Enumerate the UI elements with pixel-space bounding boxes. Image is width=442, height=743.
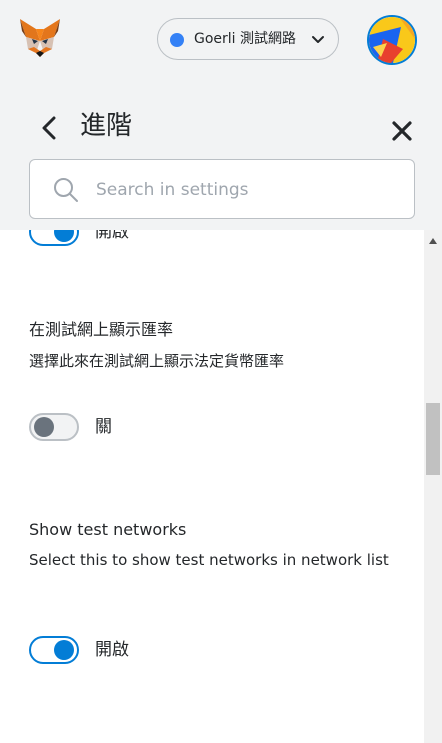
page-title: 進階: [80, 111, 133, 141]
show-test-networks-toggle-label: 開啟: [95, 640, 129, 660]
previous-setting-toggle[interactable]: [29, 230, 79, 246]
testnet-conversion-toggle[interactable]: [29, 413, 79, 441]
toggle-knob: [34, 417, 54, 437]
settings-content: 開啟 在測試網上顯示匯率 選擇此來在測試網上顯示法定貨幣匯率 關 Show te…: [0, 230, 424, 743]
testnet-conversion-description: 選擇此來在測試網上顯示法定貨幣匯率: [29, 352, 285, 370]
settings-search[interactable]: [29, 159, 415, 219]
scrollbar[interactable]: [424, 230, 442, 743]
network-selector[interactable]: Goerli 測試網路: [157, 18, 339, 60]
search-input[interactable]: [94, 170, 398, 210]
metamask-fox-icon[interactable]: [18, 17, 62, 59]
testnet-conversion-title: 在測試網上顯示匯率: [29, 320, 174, 339]
toggle-knob: [54, 230, 74, 242]
network-status-dot: [170, 33, 184, 47]
toggle-knob: [54, 640, 74, 660]
close-icon[interactable]: [389, 118, 415, 144]
testnet-conversion-toggle-label: 關: [95, 417, 112, 437]
search-icon: [52, 176, 80, 204]
scroll-up-arrow-icon[interactable]: [429, 238, 437, 244]
chevron-left-icon[interactable]: [34, 113, 64, 143]
show-test-networks-title: Show test networks: [29, 520, 187, 539]
chevron-down-icon: [311, 32, 325, 46]
account-avatar[interactable]: [367, 15, 417, 65]
scrollbar-thumb[interactable]: [426, 403, 440, 475]
show-test-networks-toggle[interactable]: [29, 636, 79, 664]
show-test-networks-description: Select this to show test networks in net…: [29, 551, 389, 569]
previous-setting-toggle-label: 開啟: [95, 230, 129, 242]
app-header: Goerli 測試網路: [0, 0, 442, 82]
network-label: Goerli 測試網路: [194, 31, 297, 47]
